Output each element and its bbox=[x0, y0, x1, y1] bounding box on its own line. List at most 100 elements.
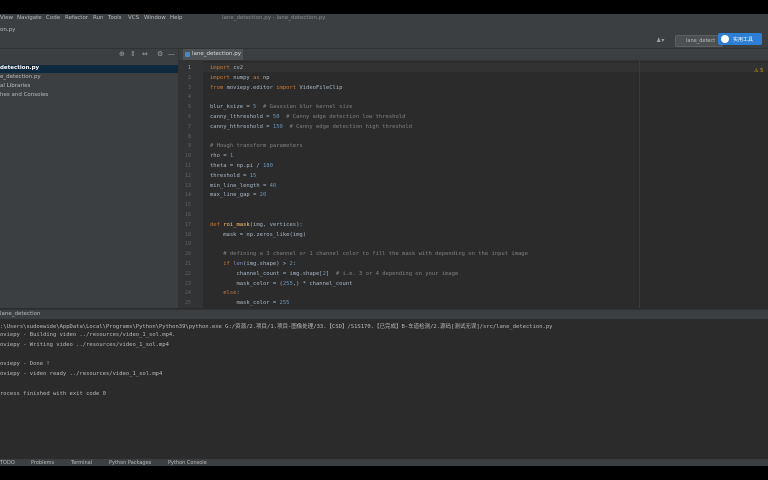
run-config-label: lane_detect bbox=[686, 37, 716, 44]
navigation-bar: on.py ♟▾ lane_detect 实用工具 bbox=[0, 24, 768, 49]
menu-refactor[interactable]: Refactor bbox=[65, 15, 88, 21]
output-line: oviepy - video ready ../resources/video_… bbox=[0, 371, 163, 377]
menu-window[interactable]: Window bbox=[144, 15, 166, 21]
menu-code[interactable]: Code bbox=[46, 15, 60, 21]
code-token: import bbox=[210, 74, 234, 81]
line-number: 8 bbox=[187, 133, 191, 140]
line-number: 20 bbox=[184, 251, 191, 258]
code-line: mask_color = (255,) * channel_count bbox=[210, 281, 352, 287]
breadcrumb[interactable]: on.py bbox=[0, 27, 15, 33]
tree-item-file[interactable]: detection.py bbox=[0, 65, 178, 73]
code-token: np bbox=[263, 74, 270, 81]
run-tab-label[interactable]: lane_detection bbox=[0, 311, 41, 317]
ide-window: View Navigate Code Refactor Run Tools VC… bbox=[0, 14, 768, 466]
code-line: if len(img.shape) > 2: bbox=[210, 261, 296, 267]
code-token: mask_color = ( bbox=[210, 280, 283, 287]
hide-icon[interactable]: — bbox=[168, 50, 175, 58]
code-token: ,) * channel_count bbox=[292, 280, 353, 287]
code-line: mask = np.zeros_like(img) bbox=[210, 232, 306, 238]
code-token: cv2 bbox=[233, 65, 244, 71]
menu-navigate[interactable]: Navigate bbox=[17, 15, 42, 21]
tree-item-external-libraries[interactable]: al Libraries bbox=[0, 83, 30, 91]
code-token: channel_count = img.shape[ bbox=[210, 270, 323, 277]
code-line: canny_lthreshold = 50 # Canny edge detec… bbox=[210, 114, 405, 120]
window-title: lane_detection.py - lane_detection.py bbox=[222, 15, 326, 21]
code-token: moviepy.editor bbox=[226, 84, 277, 91]
code-token: # Canny edge detection low threshold bbox=[279, 114, 406, 120]
code-token: (img.shape) > bbox=[243, 261, 290, 267]
project-panel: ⊕ ⇕ ⇔ ⚙ — detection.py e_detection.py al… bbox=[0, 49, 179, 308]
code-token: 15 bbox=[249, 172, 257, 179]
output-line: rocess finished with exit code 0 bbox=[0, 390, 106, 397]
line-number: 4 bbox=[187, 94, 191, 101]
code-token: # Gaussian blur kernel size bbox=[256, 104, 353, 111]
menu-tools[interactable]: Tools bbox=[108, 15, 122, 21]
code-line: channel_count = img.shape[2] # i.e. 3 or… bbox=[210, 271, 458, 277]
bottom-tool-bar: TODO Problems Terminal Python Packages P… bbox=[0, 459, 768, 466]
expand-icon[interactable]: ⇕ bbox=[130, 50, 136, 58]
line-number: 21 bbox=[184, 261, 191, 267]
code-token: : bbox=[292, 261, 297, 267]
right-margin-guide bbox=[639, 61, 640, 308]
code-line: import cv2 bbox=[210, 65, 243, 71]
line-number: 24 bbox=[184, 290, 191, 297]
code-line: theta = np.pi / 180 bbox=[210, 163, 273, 169]
line-number: 2 bbox=[187, 74, 191, 81]
code-token: else bbox=[210, 290, 237, 297]
tab-lane-detection[interactable]: lane_detection.py bbox=[183, 49, 243, 60]
menu-bar: View Navigate Code Refactor Run Tools VC… bbox=[0, 14, 768, 24]
code-line: else: bbox=[210, 290, 240, 296]
tab-label: lane_detection.py bbox=[192, 51, 241, 57]
line-number: 1 bbox=[187, 65, 191, 71]
code-line: def roi_mask(img, vertices): bbox=[210, 222, 303, 228]
tree-item-scratches[interactable]: hes and Consoles bbox=[0, 92, 48, 100]
user-icon[interactable]: ♟▾ bbox=[656, 37, 664, 44]
code-line: threshold = 15 bbox=[210, 173, 256, 179]
run-config-select[interactable]: lane_detect bbox=[675, 35, 723, 47]
locate-icon[interactable]: ⊕ bbox=[119, 50, 125, 58]
tool-tab-python-packages[interactable]: Python Packages bbox=[109, 460, 151, 466]
collapse-icon[interactable]: ⇔ bbox=[142, 50, 148, 58]
code-line: min_line_length = 40 bbox=[210, 183, 276, 189]
gear-icon[interactable]: ⚙ bbox=[157, 50, 163, 58]
code-token: # Hough transform parameters bbox=[210, 143, 303, 150]
line-number: 12 bbox=[184, 172, 191, 179]
code-token: 1 bbox=[229, 153, 234, 160]
tool-tab-python-console[interactable]: Python Console bbox=[168, 460, 207, 466]
code-token: mask_color = bbox=[210, 300, 280, 307]
code-line: rho = 1 bbox=[210, 153, 233, 159]
line-number: 11 bbox=[184, 163, 191, 169]
code-token: # Canny edge detection high threshold bbox=[282, 123, 412, 130]
tool-tab-problems[interactable]: Problems bbox=[31, 460, 54, 466]
line-number: 15 bbox=[184, 202, 191, 209]
menu-help[interactable]: Help bbox=[170, 15, 183, 21]
line-number: 10 bbox=[184, 153, 191, 160]
code-editor[interactable]: lane_detection.py 1 2 3 4 5 6 7 8 9 10 11 12 13 14 15 1… bbox=[179, 49, 768, 308]
code-token: 20 bbox=[259, 192, 267, 199]
code-line: # defining a 3 channel or 1 channel colo… bbox=[210, 251, 528, 257]
python-file-icon bbox=[185, 52, 190, 57]
code-token: # i.e. 3 or 4 depending on your image bbox=[329, 270, 459, 277]
menu-vcs[interactable]: VCS bbox=[128, 15, 139, 21]
line-number: 25 bbox=[184, 300, 191, 307]
warning-indicator[interactable]: ⚠ 5 bbox=[754, 68, 763, 74]
output-line: :\Users\sudoewide\AppData\Local\Programs… bbox=[0, 324, 553, 330]
output-line: oviepy - Writing video ../resources/vide… bbox=[0, 341, 169, 348]
line-number: 18 bbox=[184, 231, 191, 238]
code-token: 150 bbox=[272, 123, 283, 130]
code-token: mask = np.zeros_like(img) bbox=[210, 231, 307, 238]
tool-tab-todo[interactable]: TODO bbox=[0, 460, 15, 466]
tree-item-file[interactable]: e_detection.py bbox=[0, 74, 41, 82]
code-token: canny_lthreshold = bbox=[210, 114, 273, 120]
code-token: threshold = bbox=[210, 172, 250, 179]
line-number: 19 bbox=[184, 241, 191, 248]
line-number: 13 bbox=[184, 182, 191, 189]
extension-button[interactable]: 实用工具 bbox=[718, 33, 762, 45]
menu-run[interactable]: Run bbox=[93, 15, 104, 21]
output-line: oviepy - Done ! bbox=[0, 361, 50, 368]
menu-view[interactable]: View bbox=[0, 15, 13, 21]
tool-tab-terminal[interactable]: Terminal bbox=[71, 460, 92, 466]
code-line: canny_hthreshold = 150 # Canny edge dete… bbox=[210, 124, 412, 130]
code-token: 50 bbox=[272, 114, 280, 120]
code-token: len bbox=[233, 261, 244, 267]
